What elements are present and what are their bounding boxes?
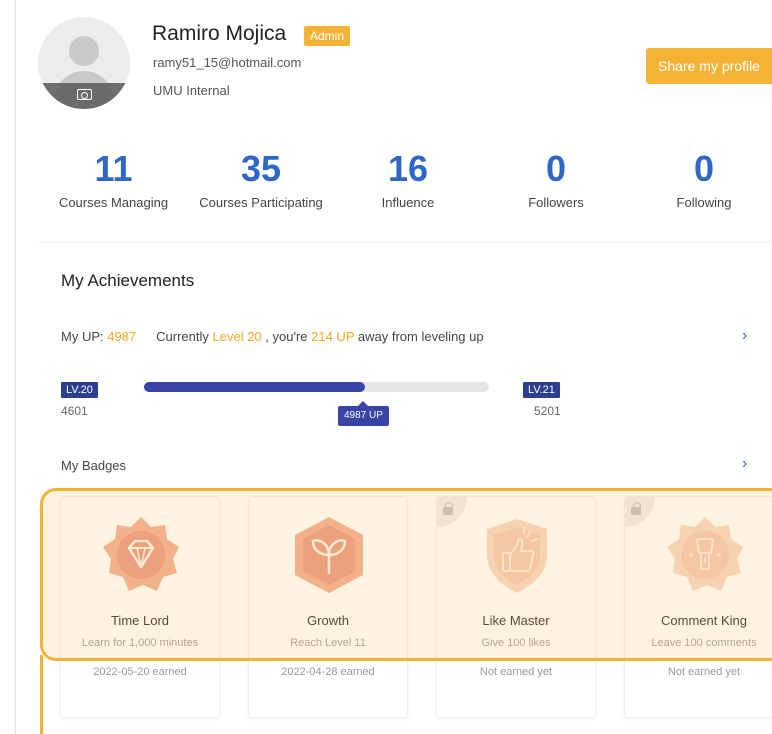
user-name: Ramiro Mojica [152, 22, 287, 45]
lock-icon [625, 497, 655, 527]
thumbs-up-icon [487, 519, 547, 593]
up-summary: My UP: 4987 Currently Level 20 , you're 2… [61, 329, 484, 344]
current-level-tag: LV.20 [61, 382, 98, 398]
badge-card-time-lord[interactable]: Time Lord Learn for 1,000 minutes 2022-0… [60, 496, 220, 718]
level-text: Currently [156, 329, 213, 344]
stat-label: Followers [528, 195, 584, 210]
diamond-icon [103, 517, 179, 591]
chevron-right-icon[interactable]: › [742, 327, 747, 345]
badge-description: Give 100 likes [481, 637, 551, 649]
left-border [15, 0, 16, 734]
badge-name: Time Lord [110, 613, 170, 628]
level-progress-fill [144, 382, 365, 392]
highlight-connector [40, 655, 43, 734]
share-profile-button[interactable]: Share my profile [646, 48, 772, 84]
badge-name: Growth [307, 613, 349, 628]
microphone-icon [667, 517, 743, 591]
stat-value: 0 [545, 148, 567, 189]
stat-followers[interactable]: 0 Followers [516, 145, 596, 210]
badge-description: Learn for 1,000 minutes [81, 637, 199, 649]
badge-status: 2022-05-20 earned [93, 666, 187, 678]
current-level: Level 20 [212, 329, 262, 344]
next-level-tag: LV.21 [523, 382, 560, 398]
stat-label: Courses Managing [58, 195, 169, 210]
sprout-icon [295, 517, 363, 593]
next-level-points: 5201 [534, 404, 561, 418]
role-badge: Admin [304, 26, 351, 46]
badge-description: Reach Level 11 [290, 637, 366, 649]
achievements-title: My Achievements [61, 271, 195, 290]
chevron-right-icon[interactable]: › [742, 455, 747, 473]
level-text: away from leveling up [354, 329, 484, 344]
stat-label: Influence [381, 195, 435, 210]
badge-card-growth[interactable]: Growth Reach Level 11 2022-04-28 earned [248, 496, 408, 718]
level-text: , you're [261, 329, 312, 344]
progress-tooltip: 4987 UP [338, 401, 389, 426]
stat-value: 11 [94, 148, 133, 189]
badge-name: Comment King [661, 613, 747, 628]
stat-value: 16 [387, 148, 429, 189]
badge-card-comment-king[interactable]: Comment King Leave 100 comments Not earn… [624, 496, 772, 718]
badge-status: 2022-04-28 earned [281, 666, 375, 678]
stat-courses-participating[interactable]: 35 Courses Participating [195, 145, 327, 210]
user-email: ramy51_15@hotmail.com [153, 55, 302, 70]
stat-following[interactable]: 0 Following [664, 145, 744, 210]
section-divider [38, 241, 772, 242]
up-prefix: My UP: [61, 329, 108, 344]
lock-icon [437, 497, 467, 527]
stat-label: Following [676, 195, 732, 210]
stat-influence[interactable]: 16 Influence [368, 145, 448, 210]
level-progress-bar [144, 382, 489, 392]
avatar[interactable] [38, 17, 130, 109]
badges-title: My Badges [61, 458, 127, 473]
current-level-points: 4601 [61, 404, 88, 418]
user-organization: UMU Internal [153, 83, 230, 98]
badge-status: Not earned yet [667, 666, 741, 678]
stat-value: 35 [240, 148, 282, 189]
avatar-head [69, 36, 99, 66]
badge-status: Not earned yet [479, 666, 553, 678]
badge-description: Leave 100 comments [651, 637, 757, 649]
badge-card-like-master[interactable]: Like Master Give 100 likes Not earned ye… [436, 496, 596, 718]
stat-value: 0 [693, 148, 715, 189]
up-away: 214 UP [311, 329, 355, 344]
badge-name: Like Master [482, 613, 550, 628]
stat-label: Courses Participating [199, 195, 323, 210]
stat-courses-managing[interactable]: 11 Courses Managing [55, 145, 172, 210]
camera-icon[interactable] [77, 89, 92, 100]
up-value: 4987 [107, 329, 137, 344]
